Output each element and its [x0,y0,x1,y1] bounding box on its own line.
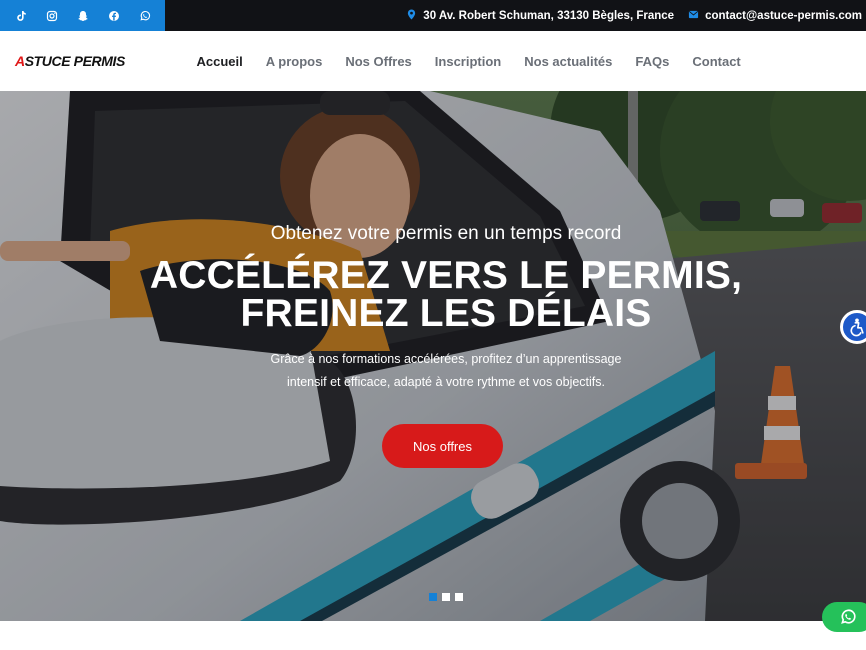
nav-item-a-propos[interactable]: A propos [254,54,334,69]
envelope-icon [688,9,699,23]
nav-item-faqs[interactable]: FAQs [624,54,681,69]
site-header: ASTUCE PERMIS Accueil A propos Nos Offre… [0,31,866,91]
nav-item-nos-offres[interactable]: Nos Offres [334,54,423,69]
site-logo[interactable]: ASTUCE PERMIS [15,53,125,69]
whatsapp-icon[interactable] [136,7,154,25]
logo-text: STUCE PERMIS [24,53,126,69]
address-text: 30 Av. Robert Schuman, 33130 Bègles, Fra… [423,9,675,22]
accessibility-button[interactable] [840,310,866,344]
hero-slider: Obtenez votre permis en un temps record … [0,91,866,621]
slider-dots [429,593,463,601]
whatsapp-chat-button[interactable] [822,602,866,632]
contact-info: 30 Av. Robert Schuman, 33130 Bègles, Fra… [406,0,862,31]
nav-item-nos-actualites[interactable]: Nos actualités [513,54,624,69]
hero-headline-line-2: FREINEZ LES DÉLAIS [240,292,652,335]
address-item: 30 Av. Robert Schuman, 33130 Bègles, Fra… [406,8,675,23]
nos-offres-button[interactable]: Nos offres [382,424,503,468]
email-link[interactable]: contact@astuce-permis.com [705,10,862,22]
hero-kicker: Obtenez votre permis en un temps record [270,223,622,244]
main-nav: Accueil A propos Nos Offres Inscription … [185,31,752,91]
logo-initial: A [15,53,25,69]
hero-headline: ACCÉLÉREZ VERS LE PERMIS, FREINEZ LES DÉ… [0,254,866,335]
whatsapp-icon [841,609,856,624]
facebook-icon[interactable] [105,7,123,25]
email-item[interactable]: contact@astuce-permis.com [688,9,862,23]
snapchat-icon[interactable] [74,7,92,25]
top-bar: 30 Av. Robert Schuman, 33130 Bègles, Fra… [0,0,866,31]
slider-dot-1[interactable] [429,593,437,601]
nav-item-contact[interactable]: Contact [681,54,752,69]
hero-description-line-1: Grâce à nos formations accélérées, profi… [270,352,622,366]
social-links [0,0,165,31]
hero-description-line-2: intensif et efficace, adapté à votre ryt… [287,375,605,389]
instagram-icon[interactable] [43,7,61,25]
nav-item-inscription[interactable]: Inscription [423,54,512,69]
slider-dot-2[interactable] [442,593,450,601]
location-pin-icon [406,8,417,23]
tiktok-icon[interactable] [12,7,30,25]
nav-item-accueil[interactable]: Accueil [185,54,254,69]
hero-headline-line-1: ACCÉLÉREZ VERS LE PERMIS, [149,254,743,297]
slider-dot-3[interactable] [455,593,463,601]
hero-description: Grâce à nos formations accélérées, profi… [0,348,866,394]
accessibility-icon [850,318,864,337]
